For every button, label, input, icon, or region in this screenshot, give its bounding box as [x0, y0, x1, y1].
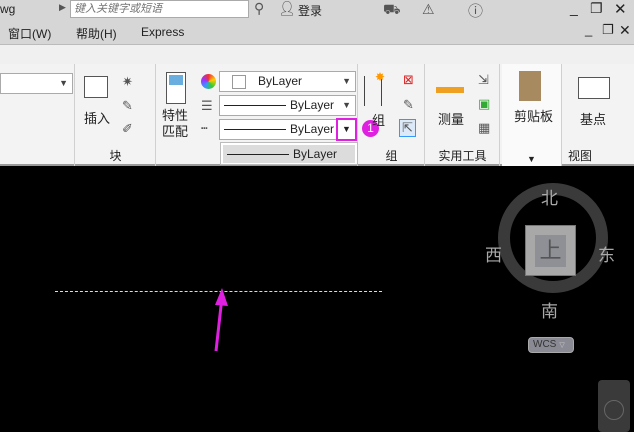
steering-wheel-icon[interactable] [604, 400, 624, 420]
clipboard-expand-icon[interactable]: ▼ [502, 154, 561, 164]
clipboard-panel: 剪贴板 ▼ [502, 64, 562, 166]
ribbon-tab-row [0, 44, 634, 64]
cart-icon[interactable]: ⛟ [383, 1, 401, 20]
wcs-dropdown[interactable]: WCS ▽ [528, 337, 574, 353]
paste-icon [519, 71, 541, 101]
restore-button[interactable]: ❐ [590, 0, 603, 17]
color-value: ByLayer [258, 74, 303, 88]
compass-east[interactable]: 东 [598, 241, 615, 266]
layer-dropdown[interactable]: ▼ [0, 73, 73, 94]
measure-button[interactable]: 测量 [438, 109, 464, 128]
viewcube-face-label: 上 [535, 235, 566, 267]
doc-minimize-button[interactable]: _ [585, 22, 592, 37]
lineweight-value: ByLayer [290, 98, 335, 112]
linetype-icon: ┅ [201, 123, 208, 135]
basepoint-button[interactable]: 基点 [580, 109, 606, 128]
wcs-label: WCS [533, 339, 557, 350]
basepoint-icon [578, 77, 610, 99]
drawing-canvas[interactable]: 北 南 西 东 上 WCS ▽ [0, 167, 634, 432]
match-label-line2: 匹配 [162, 124, 189, 139]
utilities-panel-label[interactable]: 实用工具 [426, 147, 499, 164]
linetype-dropdown[interactable]: ByLayer ▼ [219, 118, 357, 141]
quick-select-icon[interactable]: ⇲ [478, 72, 489, 88]
compass-north[interactable]: 北 [541, 184, 558, 209]
search-icon[interactable]: ⚲ [254, 0, 264, 17]
menu-help[interactable]: 帮助(H) [76, 25, 117, 42]
edit-attribute-icon[interactable]: ✐ [122, 121, 133, 137]
navigation-bar[interactable] [598, 380, 630, 432]
layer-panel: ▼ [0, 64, 75, 166]
minimize-button[interactable]: _ [570, 0, 578, 16]
autodesk-app-icon[interactable]: ⚠ [422, 1, 435, 18]
doc-restore-button[interactable]: ❐ [602, 22, 614, 38]
group-select-icon[interactable]: ⇱ [399, 119, 416, 137]
viewcube-top-face[interactable]: 上 [525, 225, 576, 276]
insert-button[interactable]: 插入 [84, 108, 110, 127]
measure-icon [436, 87, 464, 93]
match-properties-button[interactable]: 特性 匹配 [162, 108, 188, 140]
color-dropdown[interactable]: ByLayer ▼ [219, 71, 356, 92]
option-label: ByLayer [293, 147, 338, 161]
utilities-panel: 测量 ⇲ ▣ ▦ 实用工具 [426, 64, 500, 166]
view-panel: 基点 视图 [564, 64, 634, 166]
match-properties-icon [166, 72, 186, 104]
insert-block-icon [84, 76, 108, 98]
group-panel-label[interactable]: 组 [359, 147, 424, 164]
linetype-dropdown-arrow[interactable]: ▼ [336, 118, 357, 141]
match-label-line1: 特性 [162, 108, 189, 123]
group-panel: ✸ 组 ⊠ ✎ ⇱ 组 [359, 64, 425, 166]
user-icon[interactable]: 👤︎ [278, 0, 296, 17]
menu-bar: 窗口(W) 帮助(H) Express _ ❐ ✕ [0, 20, 634, 44]
view-panel-label[interactable]: 视图 [568, 147, 634, 164]
group-edit-icon[interactable]: ✎ [403, 97, 414, 113]
ungroup-icon[interactable]: ⊠ [403, 72, 414, 88]
dropdown-option-bylayer[interactable]: ByLayer [223, 145, 355, 163]
search-input[interactable] [70, 0, 249, 18]
properties-panel: 特性 匹配 ☰ ┅ ByLayer ▼ ByLayer ▼ ByLayer ▼ ByL… [157, 64, 358, 166]
compass-west[interactable]: 西 [485, 241, 502, 266]
compass-south[interactable]: 南 [541, 297, 558, 322]
expand-arrow-icon[interactable]: ▶ [59, 2, 66, 13]
clipboard-button[interactable]: 剪贴板 [514, 106, 553, 125]
linetype-value: ByLayer [290, 122, 335, 136]
menu-express[interactable]: Express [141, 25, 184, 39]
edit-block-icon[interactable]: ✎ [122, 98, 133, 114]
calculator-icon[interactable]: ▦ [478, 120, 490, 136]
help-icon[interactable]: ⓘ [468, 0, 483, 21]
close-button[interactable]: ✕ [614, 0, 627, 18]
select-all-icon[interactable]: ▣ [478, 96, 490, 112]
filename: wg [0, 2, 16, 16]
lineweight-dropdown[interactable]: ByLayer ▼ [219, 95, 356, 116]
login-link[interactable]: 登录 [298, 2, 322, 19]
doc-close-button[interactable]: ✕ [619, 22, 631, 39]
create-block-icon[interactable]: ✷ [122, 74, 133, 90]
color-wheel-icon [201, 74, 216, 89]
block-panel: 插入 ✷ ✎ ✐ 块 [76, 64, 156, 166]
lineweight-icon: ☰ [201, 98, 213, 113]
dropdown-list: ByLayer [220, 142, 358, 165]
title-bar: wg ▶ ⚲ 👤︎ 登录 ⛟ ⚠ ⓘ _ ❐ ✕ [0, 0, 634, 20]
group-button[interactable]: 组 [372, 110, 385, 129]
ribbon: ▼ 插入 ✷ ✎ ✐ 块 特性 匹配 ☰ ┅ ByLayer ▼ ByLayer ▼ … [0, 64, 634, 166]
pointer-arrow-icon [214, 288, 228, 352]
group-icon: ✸ [364, 70, 385, 106]
block-panel-label[interactable]: 块 [76, 147, 155, 164]
menu-window[interactable]: 窗口(W) [8, 25, 51, 42]
